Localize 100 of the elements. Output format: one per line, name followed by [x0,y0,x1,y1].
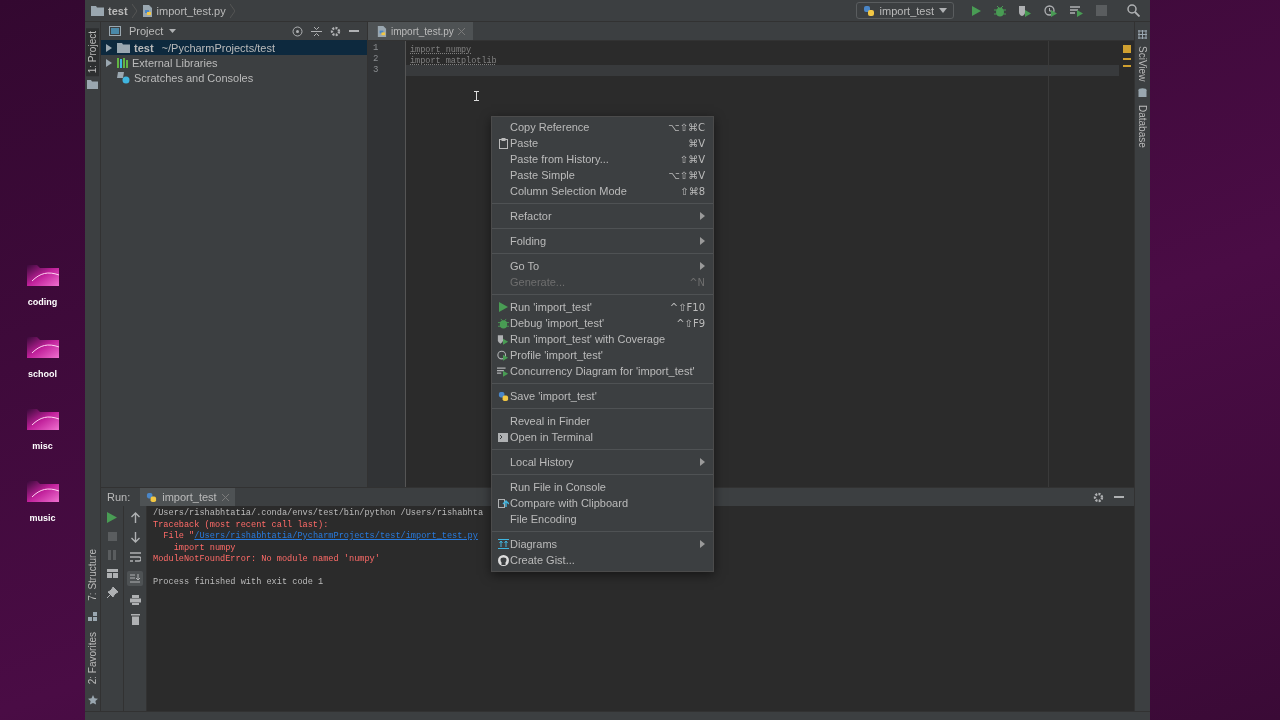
folder-label[interactable]: misc [32,441,53,451]
tree-item[interactable]: External Libraries [101,55,367,70]
caret-icon [939,8,947,13]
console-line: Process finished with exit code 1 [153,577,324,589]
tool-window-tab[interactable]: 7: Structure [86,546,99,604]
editor-tab[interactable]: import_test.py [368,22,473,40]
arrow-down-icon[interactable] [130,532,140,543]
settings-icon[interactable] [330,25,341,37]
menu-item[interactable]: Profile 'import_test' [492,347,713,363]
python-file-icon [376,25,387,37]
menu-item[interactable]: Copy Reference ⌥⇧⌘C [492,119,713,135]
tree-item[interactable]: Scratches and Consoles [101,70,367,85]
layout-icon[interactable] [106,569,118,578]
coverage-icon[interactable] [1018,4,1032,17]
profile-icon [497,349,509,361]
structure-icon [88,611,97,621]
profile-icon[interactable] [1044,4,1058,17]
settings-icon[interactable] [1093,491,1104,503]
console-line: ModuleNotFoundError: No module named 'numpy' [153,554,380,566]
run-configuration-dropdown[interactable]: import_test [855,2,954,19]
code-line: import matplotlib [409,55,498,65]
chevron-icon [229,3,235,18]
console-line: Traceback (most recent call last): [153,519,329,531]
menu-item[interactable]: Compare with Clipboard [492,495,713,511]
clipboard-icon [498,137,508,149]
concurrency-icon[interactable] [1070,4,1084,17]
code-line: import numpy [409,44,473,54]
expand-arrow-icon[interactable] [105,43,113,52]
menu-item[interactable]: Local History [492,454,713,470]
scratches-icon [117,71,130,84]
panel-icon [109,26,121,36]
search-icon[interactable] [1127,4,1140,17]
debug-icon[interactable] [994,4,1006,17]
expand-arrow-icon[interactable] [105,58,113,67]
menu-item[interactable]: Run 'import_test' ^⇧F10 [492,299,713,315]
menu-item[interactable]: File Encoding [492,511,713,527]
star-icon [87,695,98,705]
menu-item[interactable]: Folding [492,233,713,249]
run-icon [498,302,508,312]
project-view-dropdown[interactable]: Project [129,25,177,37]
menu-item[interactable]: Run 'import_test' with Coverage [492,331,713,347]
caret-icon [169,29,177,33]
coverage-icon [497,333,509,345]
python-icon [497,390,509,402]
trash-icon[interactable] [130,614,140,625]
breadcrumb[interactable]: import_test.py [156,4,226,17]
folder-label[interactable]: school [28,369,57,379]
tool-window-tab[interactable]: 1: Project [86,28,99,77]
menu-item[interactable]: Run File in Console [492,479,713,495]
concurrency-icon [497,365,509,377]
folder-icon [91,5,104,16]
grid-icon [1138,30,1147,39]
menu-item[interactable]: Diagrams [492,536,713,552]
warning-marker-icon [1122,45,1131,53]
run-tab[interactable]: import_test [140,488,235,506]
console-line: /Users/rishabhtatia/.conda/envs/test/bin/python /Users/rishabhta [153,508,484,520]
tool-window-tab[interactable]: SciView [1136,43,1149,85]
folder-icon [87,80,98,90]
breadcrumb[interactable]: test [108,4,128,17]
folder-label[interactable]: coding [27,297,58,307]
print-icon[interactable] [129,595,141,605]
menu-item[interactable]: Concurrency Diagram for 'import_test' [492,363,713,379]
soft-wrap-icon[interactable] [129,552,141,562]
file-link[interactable]: /Users/rishabhtatia/PycharmProjects/test/import_test.py [194,531,478,541]
python-icon [146,491,158,503]
terminal-icon [498,432,508,442]
arrow-up-icon[interactable] [130,512,140,523]
menu-item[interactable]: Column Selection Mode ⇧⌘8 [492,183,713,199]
menu-item[interactable]: Save 'import_test' [492,388,713,404]
run-icon[interactable] [107,512,117,523]
line-number: 1 [372,43,380,54]
line-number: 2 [372,54,380,65]
folder-label[interactable]: music [29,513,56,523]
python-file-icon [140,4,153,17]
tree-item[interactable]: test ~/PycharmProjects/test [101,40,367,55]
locate-icon[interactable] [292,25,303,37]
compare-icon [497,497,509,509]
line-number: 3 [372,65,380,76]
console-line: import numpy [172,542,236,554]
menu-item[interactable]: Debug 'import_test' ^⇧F9 [492,315,713,331]
pin-icon[interactable] [106,587,118,598]
console-line: File "/Users/rishabhtatia/PycharmProjects/test/import_test.py [162,531,478,543]
menu-item[interactable]: Reveal in Finder [492,413,713,429]
run-icon[interactable] [970,4,982,17]
python-icon [862,4,875,17]
collapse-icon[interactable] [311,25,322,37]
menu-item[interactable]: Open in Terminal [492,429,713,445]
menu-item[interactable]: Paste ⌘V [492,135,713,151]
tool-window-tab[interactable]: Database [1136,102,1149,152]
database-icon [1138,88,1147,99]
library-icon [117,57,128,68]
panel-label: Run: [107,491,131,503]
menu-item[interactable]: Refactor [492,208,713,224]
tool-window-tab[interactable]: 2: Favorites [86,628,99,687]
menu-item[interactable]: Paste Simple ⌥⇧⌘V [492,167,713,183]
menu-item[interactable]: Paste from History... ⇧⌘V [492,151,713,167]
text-cursor-icon [474,91,479,101]
diagram-icon [497,539,509,549]
menu-item[interactable]: Go To [492,258,713,274]
menu-item[interactable]: Create Gist... [492,552,713,568]
